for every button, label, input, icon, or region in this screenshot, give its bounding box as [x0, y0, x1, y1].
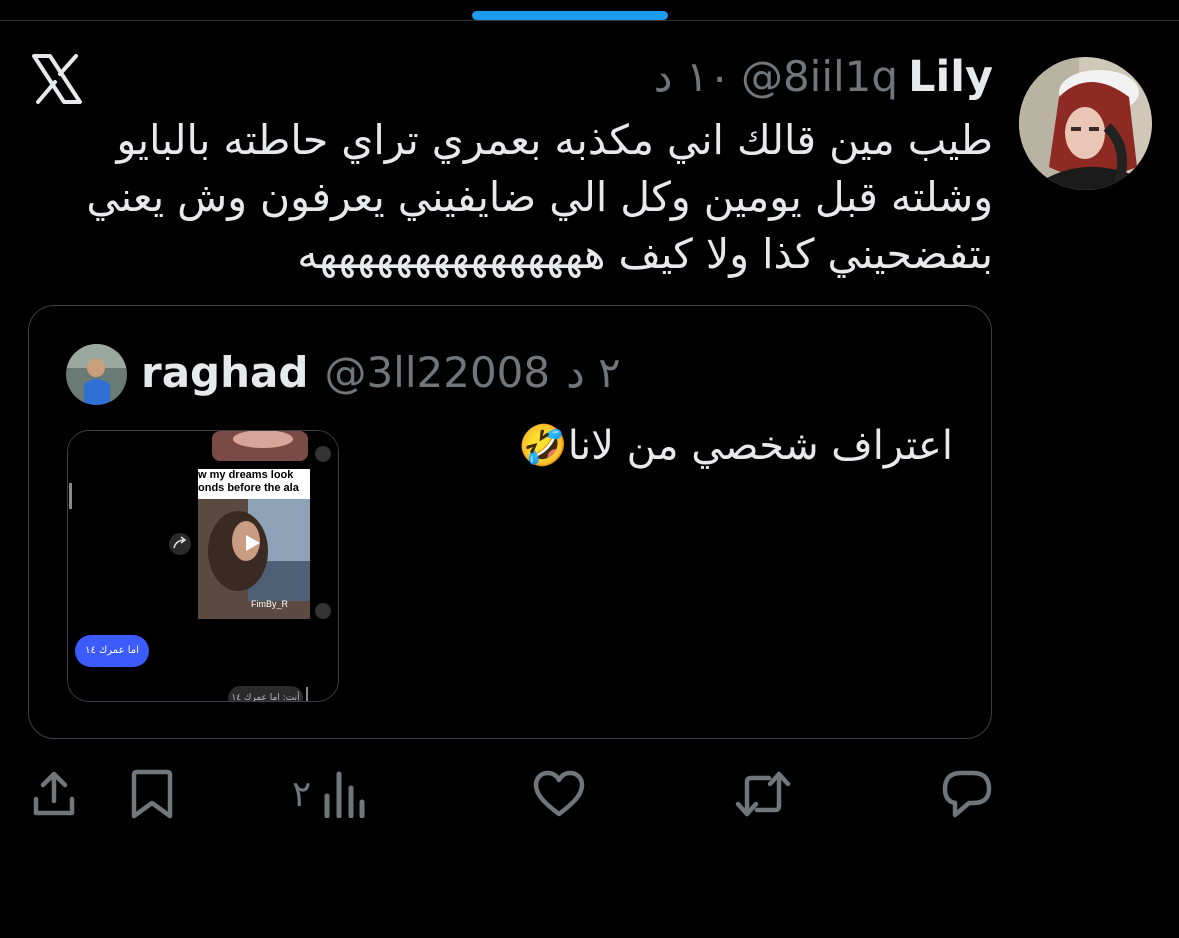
- quoted-author-handle[interactable]: @3ll22008: [324, 348, 550, 397]
- tweet-header: ١٠ د @8iil1q Lily: [654, 52, 993, 102]
- reply-icon: [942, 770, 992, 818]
- retweet-icon: [735, 771, 791, 817]
- tweet-text: طيب مين قالك اني مكذبه بعمري تراي حاطته …: [86, 112, 994, 283]
- x-logo-icon[interactable]: [30, 52, 84, 106]
- quoted-tweet-text: اعتراف شخصي من لانا🤣: [518, 422, 953, 469]
- tweet-text-line: طيب مين قالك اني مكذبه بعمري تراي حاطته …: [116, 116, 994, 164]
- views-button[interactable]: ٢: [292, 764, 365, 824]
- reply-button[interactable]: [941, 764, 993, 824]
- tweet-action-bar: ٢: [0, 764, 1179, 824]
- tweet-timestamp[interactable]: ١٠ د: [654, 52, 731, 101]
- video-username: FimBy_R: [251, 599, 289, 609]
- author-avatar[interactable]: [1019, 57, 1152, 190]
- laughing-emoji-icon: 🤣: [517, 423, 568, 469]
- quoted-tweet-card[interactable]: raghad @3ll22008 ٢ د اعتراف شخصي من لانا…: [28, 305, 992, 739]
- message-bubble: اما عمرك ١٤: [85, 645, 139, 656]
- quoted-tweet-timestamp[interactable]: ٢ د: [566, 348, 621, 397]
- top-scroll-indicator: [472, 11, 668, 20]
- bookmark-button[interactable]: [130, 764, 174, 824]
- quoted-author-avatar[interactable]: [66, 344, 127, 405]
- like-icon: [533, 770, 585, 817]
- video-caption: w my dreams look onds before the ala: [198, 469, 310, 495]
- like-button[interactable]: [533, 764, 585, 824]
- reply-bubble: أنت: اما عمرك ١٤: [231, 693, 300, 702]
- quoted-tweet-header: raghad @3ll22008 ٢ د: [141, 348, 621, 397]
- bookmark-icon: [131, 769, 173, 819]
- quoted-media-thumbnail[interactable]: w my dreams look onds before the ala Fim…: [67, 430, 339, 702]
- video-caption-line: onds before the ala: [198, 482, 299, 494]
- tweet-text-line: بتفضحيني كذا ولا كيف هههههههههههههههه: [297, 230, 993, 278]
- quoted-tweet-text-content: اعتراف شخصي من لانا: [567, 423, 953, 469]
- author-name[interactable]: Lily: [908, 52, 993, 102]
- tweet-text-line: وشلته قبل يومين وكل الي ضايفيني يعرفون و…: [86, 173, 993, 221]
- video-caption-line: w my dreams look: [198, 469, 294, 481]
- quoted-author-name[interactable]: raghad: [141, 348, 308, 397]
- author-handle[interactable]: @8iil1q: [741, 52, 898, 101]
- views-count: ٢: [292, 773, 312, 815]
- scroll-bar: [69, 483, 72, 509]
- retweet-button[interactable]: [735, 764, 791, 824]
- views-icon: [324, 771, 365, 818]
- share-icon: [33, 771, 75, 816]
- top-divider: [0, 20, 1179, 21]
- share-button[interactable]: [32, 764, 76, 824]
